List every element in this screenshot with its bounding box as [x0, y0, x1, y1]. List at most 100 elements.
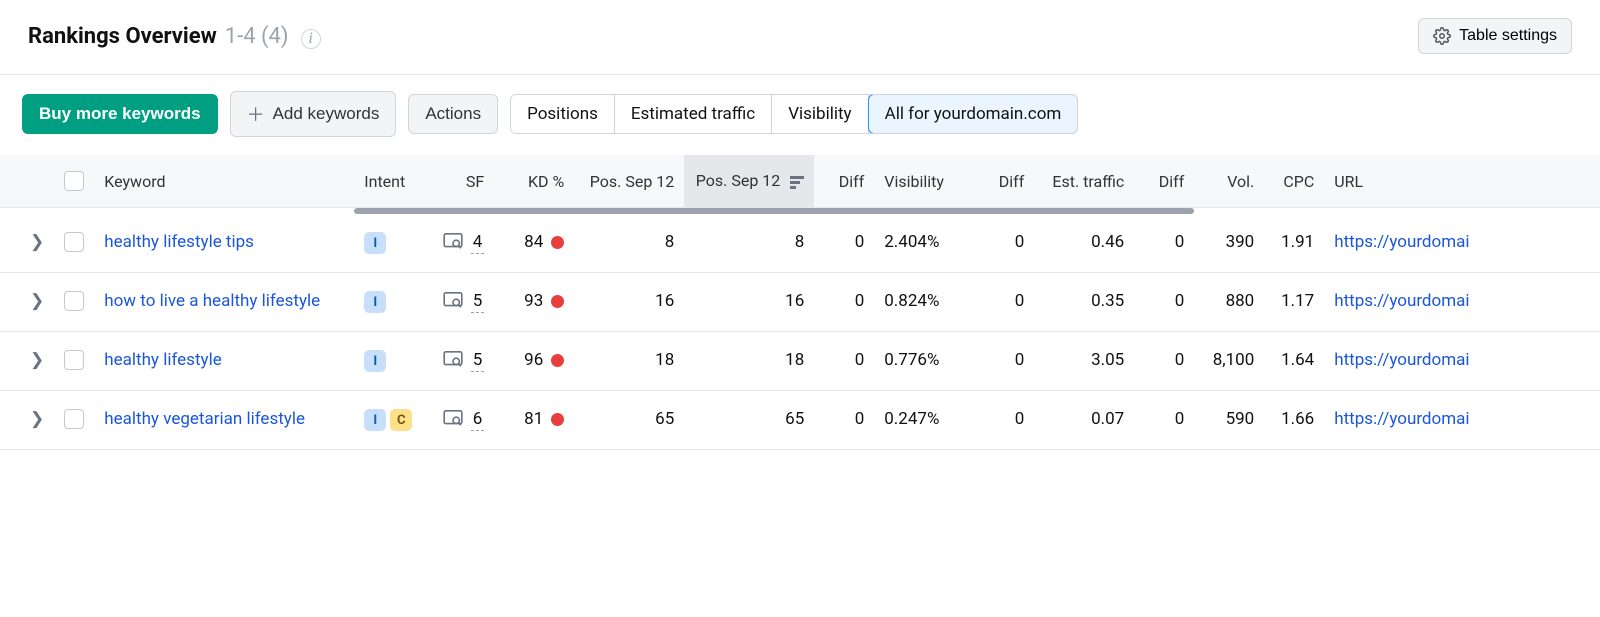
- col-diff2[interactable]: Diff: [974, 155, 1034, 208]
- visibility-value: 0.776%: [874, 332, 974, 391]
- kd-value: 96: [524, 350, 543, 370]
- row-checkbox[interactable]: [64, 350, 84, 370]
- page-title-range: 1-4 (4): [225, 24, 289, 49]
- cpc-value: 1.17: [1264, 273, 1324, 332]
- pos1-value: 18: [574, 332, 684, 391]
- vol-value: 590: [1194, 391, 1264, 450]
- info-icon[interactable]: i: [301, 29, 321, 49]
- tab-estimated-traffic[interactable]: Estimated traffic: [615, 95, 772, 133]
- intent-cell: I: [364, 291, 414, 313]
- sf-cell[interactable]: 5: [443, 350, 485, 372]
- expand-row-icon[interactable]: ❯: [30, 232, 44, 252]
- keyword-link[interactable]: healthy lifestyle: [104, 350, 221, 370]
- intent-badge-i[interactable]: I: [364, 409, 386, 431]
- col-pos2[interactable]: Pos. Sep 12: [684, 155, 814, 208]
- visibility-value: 0.824%: [874, 273, 974, 332]
- visibility-value: 0.247%: [874, 391, 974, 450]
- view-tabs: PositionsEstimated trafficVisibilityAll …: [510, 94, 1078, 134]
- intent-badge-c[interactable]: C: [390, 409, 412, 431]
- url-link[interactable]: https://yourdomai: [1334, 350, 1469, 370]
- kd-value: 81: [524, 409, 543, 429]
- diff2-value: 0: [974, 214, 1034, 273]
- pos2-value: 8: [684, 214, 814, 273]
- table-settings-label: Table settings: [1459, 27, 1557, 45]
- col-diff1[interactable]: Diff: [814, 155, 874, 208]
- col-url[interactable]: URL: [1324, 155, 1600, 208]
- est-value: 0.46: [1034, 214, 1134, 273]
- est-value: 0.07: [1034, 391, 1134, 450]
- kd-difficulty-dot: [551, 354, 564, 367]
- intent-badge-i[interactable]: I: [364, 350, 386, 372]
- serp-features-icon: [443, 410, 463, 431]
- select-all-checkbox[interactable]: [64, 171, 84, 191]
- kd-value: 93: [524, 291, 543, 311]
- sf-count: 6: [471, 409, 485, 431]
- table-row: ❯ healthy lifestyle tips I 4 84 8 8 0 2.…: [0, 214, 1600, 273]
- col-visibility[interactable]: Visibility: [874, 155, 974, 208]
- actions-button[interactable]: Actions: [408, 94, 498, 134]
- col-keyword[interactable]: Keyword: [94, 155, 354, 208]
- pos2-value: 16: [684, 273, 814, 332]
- sf-count: 5: [471, 291, 485, 313]
- col-pos1[interactable]: Pos. Sep 12: [574, 155, 684, 208]
- url-link[interactable]: https://yourdomai: [1334, 232, 1469, 252]
- table-settings-button[interactable]: Table settings: [1418, 18, 1572, 54]
- vol-value: 390: [1194, 214, 1264, 273]
- page-title: Rankings Overview: [28, 24, 217, 49]
- sf-cell[interactable]: 6: [443, 409, 485, 431]
- row-checkbox[interactable]: [64, 232, 84, 252]
- intent-badge-i[interactable]: I: [364, 291, 386, 313]
- expand-row-icon[interactable]: ❯: [30, 409, 44, 429]
- col-est[interactable]: Est. traffic: [1034, 155, 1134, 208]
- cpc-value: 1.64: [1264, 332, 1324, 391]
- intent-cell: IC: [364, 409, 414, 431]
- diff1-value: 0: [814, 391, 874, 450]
- intent-cell: I: [364, 350, 414, 372]
- table-row: ❯ healthy vegetarian lifestyle IC 6 81 6…: [0, 391, 1600, 450]
- table-row: ❯ healthy lifestyle I 5 96 18 18 0 0.776…: [0, 332, 1600, 391]
- col-vol[interactable]: Vol.: [1194, 155, 1264, 208]
- cpc-value: 1.66: [1264, 391, 1324, 450]
- intent-badge-i[interactable]: I: [364, 232, 386, 254]
- tab-positions[interactable]: Positions: [511, 95, 615, 133]
- kd-value: 84: [524, 232, 543, 252]
- row-checkbox[interactable]: [64, 409, 84, 429]
- sort-icon: [790, 174, 804, 191]
- sf-count: 4: [471, 232, 485, 254]
- tab-all-for-yourdomain-com[interactable]: All for yourdomain.com: [868, 94, 1079, 134]
- col-diff3[interactable]: Diff: [1134, 155, 1194, 208]
- sf-count: 5: [471, 350, 485, 372]
- visibility-value: 2.404%: [874, 214, 974, 273]
- gear-icon: [1433, 27, 1451, 45]
- keyword-link[interactable]: healthy vegetarian lifestyle: [104, 409, 305, 429]
- plus-icon: ＋: [247, 101, 265, 127]
- col-intent[interactable]: Intent: [354, 155, 424, 208]
- pos2-value: 65: [684, 391, 814, 450]
- buy-keywords-button[interactable]: Buy more keywords: [22, 94, 218, 134]
- serp-features-icon: [443, 292, 463, 313]
- expand-row-icon[interactable]: ❯: [30, 350, 44, 370]
- tab-visibility[interactable]: Visibility: [772, 95, 868, 133]
- pos1-value: 16: [574, 273, 684, 332]
- sf-cell[interactable]: 5: [443, 291, 485, 313]
- cpc-value: 1.91: [1264, 214, 1324, 273]
- diff1-value: 0: [814, 273, 874, 332]
- col-cpc[interactable]: CPC: [1264, 155, 1324, 208]
- diff3-value: 0: [1134, 214, 1194, 273]
- sf-cell[interactable]: 4: [443, 232, 485, 254]
- row-checkbox[interactable]: [64, 291, 84, 311]
- col-sf[interactable]: SF: [424, 155, 494, 208]
- add-keywords-button[interactable]: ＋ Add keywords: [230, 91, 397, 137]
- add-keywords-label: Add keywords: [273, 104, 380, 124]
- diff2-value: 0: [974, 332, 1034, 391]
- est-value: 3.05: [1034, 332, 1134, 391]
- kd-difficulty-dot: [551, 413, 564, 426]
- url-link[interactable]: https://yourdomai: [1334, 291, 1469, 311]
- vol-value: 8,100: [1194, 332, 1264, 391]
- url-link[interactable]: https://yourdomai: [1334, 409, 1469, 429]
- expand-row-icon[interactable]: ❯: [30, 291, 44, 311]
- keyword-link[interactable]: healthy lifestyle tips: [104, 232, 254, 252]
- keyword-link[interactable]: how to live a healthy lifestyle: [104, 291, 320, 311]
- diff3-value: 0: [1134, 391, 1194, 450]
- col-kd[interactable]: KD %: [494, 155, 574, 208]
